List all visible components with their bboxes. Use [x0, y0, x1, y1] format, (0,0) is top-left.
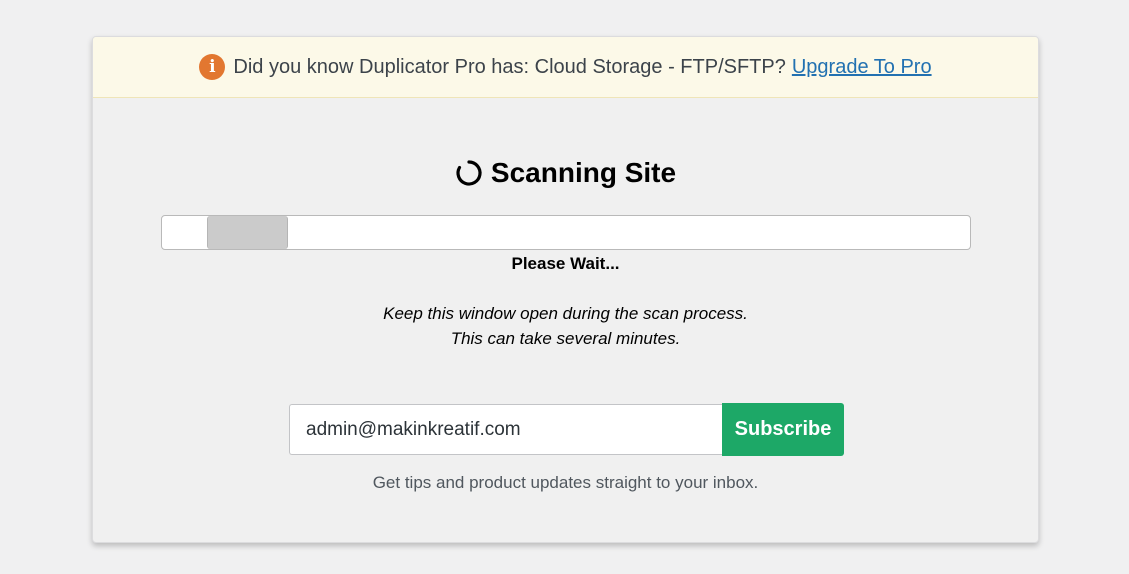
info-icon: i — [199, 54, 226, 80]
scan-progress-bar — [161, 215, 971, 250]
subscribe-button[interactable]: Subscribe — [722, 403, 844, 456]
subscribe-tips-text: Get tips and product updates straight to… — [372, 473, 759, 492]
upgrade-notice: i Did you know Duplicator Pro has: Cloud… — [93, 37, 1038, 98]
please-wait-text: Please Wait... — [511, 254, 620, 273]
scan-note: Keep this window open during the scan pr… — [93, 301, 1038, 351]
spinner-icon — [455, 159, 483, 187]
email-input[interactable] — [289, 404, 722, 455]
subscribe-form: Subscribe — [289, 403, 844, 456]
page-title: Scanning Site — [490, 157, 677, 188]
progress-indicator — [207, 216, 288, 249]
notice-text: Did you know Duplicator Pro has: Cloud S… — [233, 55, 786, 78]
scan-note-line-2: This can take several minutes. — [450, 329, 681, 348]
scan-panel: i Did you know Duplicator Pro has: Cloud… — [92, 36, 1039, 543]
scan-note-line-1: Keep this window open during the scan pr… — [383, 304, 748, 323]
scan-title-row: Scanning Site — [93, 157, 1038, 189]
upgrade-to-pro-link[interactable]: Upgrade To Pro — [792, 56, 932, 79]
